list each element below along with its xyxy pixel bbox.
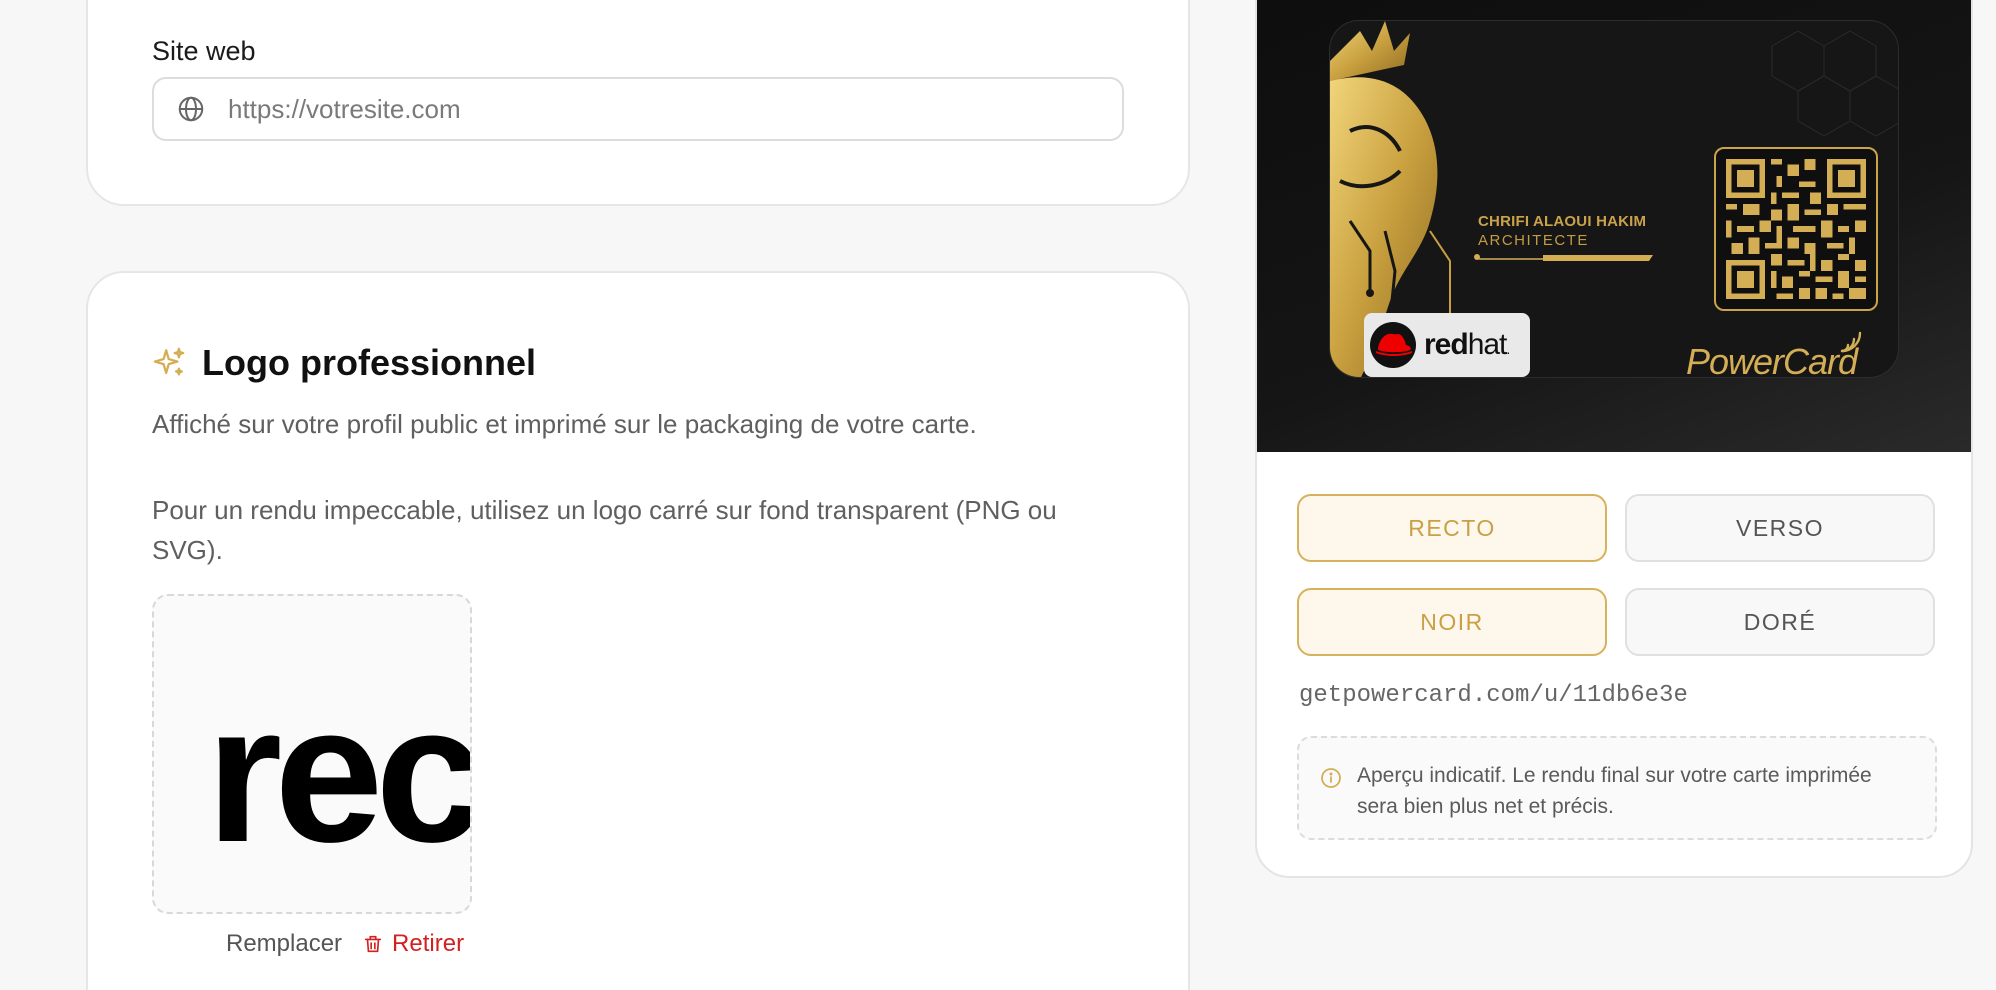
qr-code (1714, 147, 1878, 311)
card-preview-panel: CHRIFI ALAOUI HAKIM ARCHITECTE redhat. P… (1255, 0, 1973, 878)
logo-section-tip: Pour un rendu impeccable, utilisez un lo… (152, 495, 1057, 565)
company-logo-text: redhat. (1424, 328, 1510, 361)
trash-icon (364, 935, 382, 953)
remove-logo-button[interactable]: Retirer (362, 930, 464, 958)
website-input[interactable] (228, 93, 1122, 125)
preview-notice: Aperçu indicatif. Le rendu final sur vot… (1297, 736, 1937, 840)
logo-section-header: Logo professionnel (152, 342, 536, 384)
dore-finish-toggle[interactable]: DORÉ (1625, 588, 1935, 656)
logo-preview-image: rec (206, 664, 472, 883)
noir-finish-toggle[interactable]: NOIR (1297, 588, 1607, 656)
card-holder-name: CHRIFI ALAOUI HAKIM (1478, 213, 1647, 230)
remove-logo-label: Retirer (392, 930, 465, 957)
sparkle-icon (153, 347, 185, 376)
company-logo-badge: redhat. (1364, 313, 1530, 377)
hexagon-pattern (1771, 30, 1898, 137)
logo-actions: Remplacer Retirer (226, 930, 464, 958)
info-icon (1321, 768, 1341, 788)
profile-url: getpowercard.com/u/11db6e3e (1299, 682, 1688, 709)
card-preview-stage: CHRIFI ALAOUI HAKIM ARCHITECTE redhat. P… (1257, 0, 1971, 452)
nfc-icon (1840, 331, 1862, 353)
powercard-brand: PowerCard (1686, 341, 1858, 378)
replace-logo-button[interactable]: Remplacer (226, 930, 342, 958)
logo-upload-dropzone[interactable]: rec (152, 594, 472, 914)
preview-controls: RECTO VERSO NOIR DORÉ (1297, 494, 1935, 656)
redhat-logo-icon (1370, 322, 1416, 368)
logo-section-description: Affiché sur votre profil public et impri… (152, 409, 977, 439)
website-label: Site web (152, 36, 256, 66)
recto-toggle[interactable]: RECTO (1297, 494, 1607, 562)
globe-icon (178, 96, 204, 122)
gold-divider (1474, 254, 1653, 261)
card-holder-role: ARCHITECTE (1478, 232, 1589, 249)
business-card-preview: CHRIFI ALAOUI HAKIM ARCHITECTE redhat. P… (1329, 20, 1899, 378)
website-field[interactable] (152, 77, 1124, 141)
preview-notice-text: Aperçu indicatif. Le rendu final sur vot… (1357, 764, 1872, 818)
logo-section-title: Logo professionnel (202, 342, 537, 383)
verso-toggle[interactable]: VERSO (1625, 494, 1935, 562)
